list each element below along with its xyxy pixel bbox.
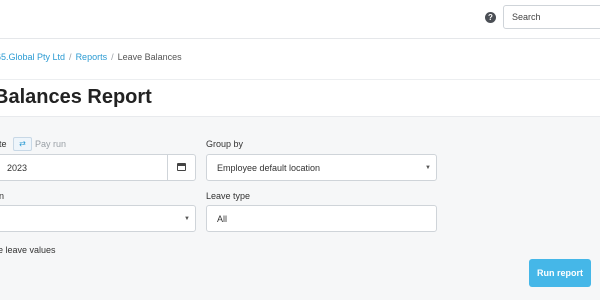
breadcrumb-company-link[interactable]: 65.Global Pty Ltd — [0, 52, 65, 62]
breadcrumb-current: Leave Balances — [117, 52, 182, 62]
chevron-down-icon: ▼ — [184, 215, 190, 222]
group-by-label: Group by — [206, 139, 244, 149]
breadcrumb-bar: 65.Global Pty Ltd / Reports / Leave Balances — [0, 39, 600, 80]
date-label: te — [0, 139, 7, 149]
calendar-button[interactable] — [167, 155, 195, 180]
swap-arrows-icon[interactable]: ⇄ — [13, 137, 32, 151]
title-bar: Balances Report — [0, 80, 600, 117]
breadcrumb-separator: / — [69, 52, 72, 62]
breadcrumb-reports-link[interactable]: Reports — [76, 52, 108, 62]
breadcrumb-separator: / — [111, 52, 114, 62]
help-icon[interactable]: ? — [485, 12, 496, 23]
leave-type-value: All — [217, 213, 228, 224]
location-select[interactable]: ▼ — [0, 205, 196, 232]
date-field[interactable]: 2023 — [0, 154, 196, 181]
run-report-button[interactable]: Run report — [529, 259, 591, 287]
calendar-icon — [177, 163, 186, 171]
chevron-down-icon: ▼ — [425, 164, 431, 171]
leave-type-label: Leave type — [206, 191, 251, 201]
group-by-value: Employee default location — [217, 162, 321, 173]
leave-type-select[interactable]: All — [206, 205, 437, 232]
date-value: 2023 — [7, 162, 28, 173]
page-title: Balances Report — [0, 86, 152, 108]
search-input[interactable] — [503, 5, 600, 29]
top-bar: ? — [0, 0, 600, 39]
breadcrumb: 65.Global Pty Ltd / Reports / Leave Balances — [0, 52, 182, 62]
leave-values-option[interactable]: e leave values — [0, 245, 56, 255]
location-label: n — [0, 191, 5, 201]
group-by-select[interactable]: Employee default location ▼ — [206, 154, 437, 181]
pay-run-toggle[interactable]: Pay run — [35, 139, 66, 149]
